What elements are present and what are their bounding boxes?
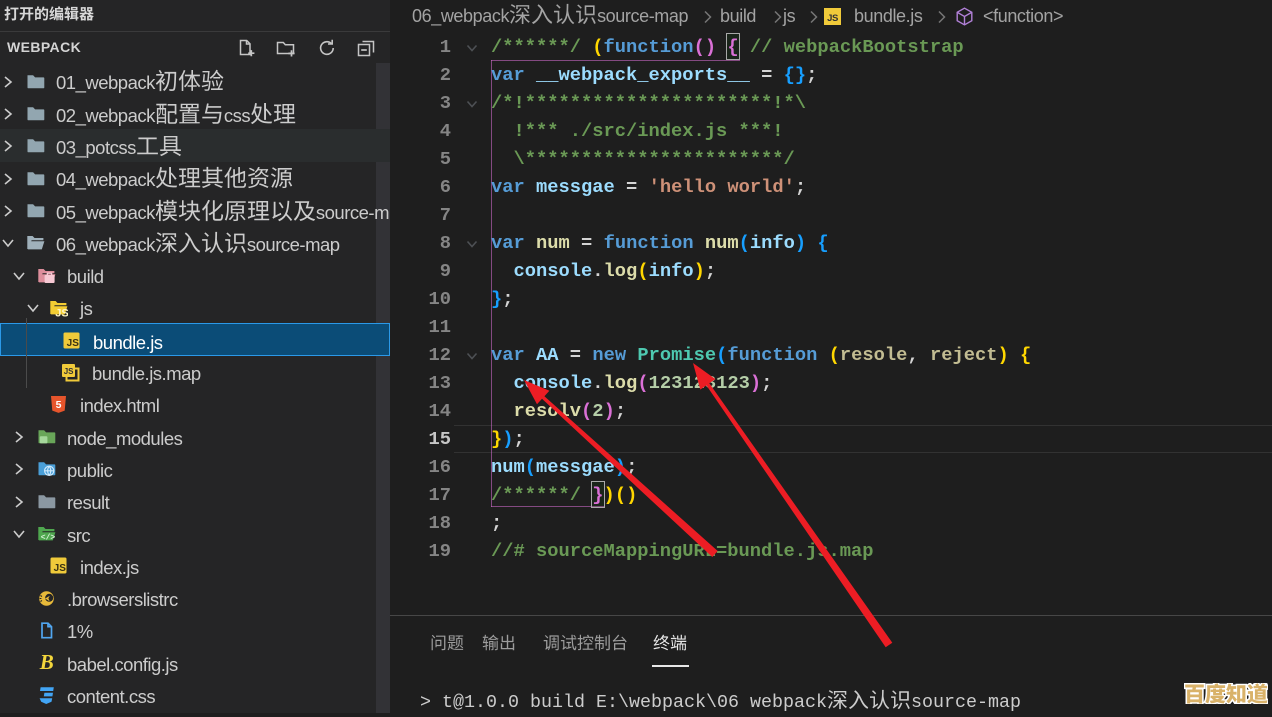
svg-text:B: B: [39, 653, 54, 672]
svg-text:JS: JS: [64, 367, 74, 376]
svg-text:5: 5: [56, 399, 62, 411]
svg-text:JS: JS: [55, 307, 68, 317]
svg-text:</>: </>: [41, 534, 56, 543]
svg-text:JS: JS: [54, 563, 67, 574]
svg-text:JS: JS: [827, 13, 838, 24]
svg-text:JS: JS: [67, 338, 80, 349]
